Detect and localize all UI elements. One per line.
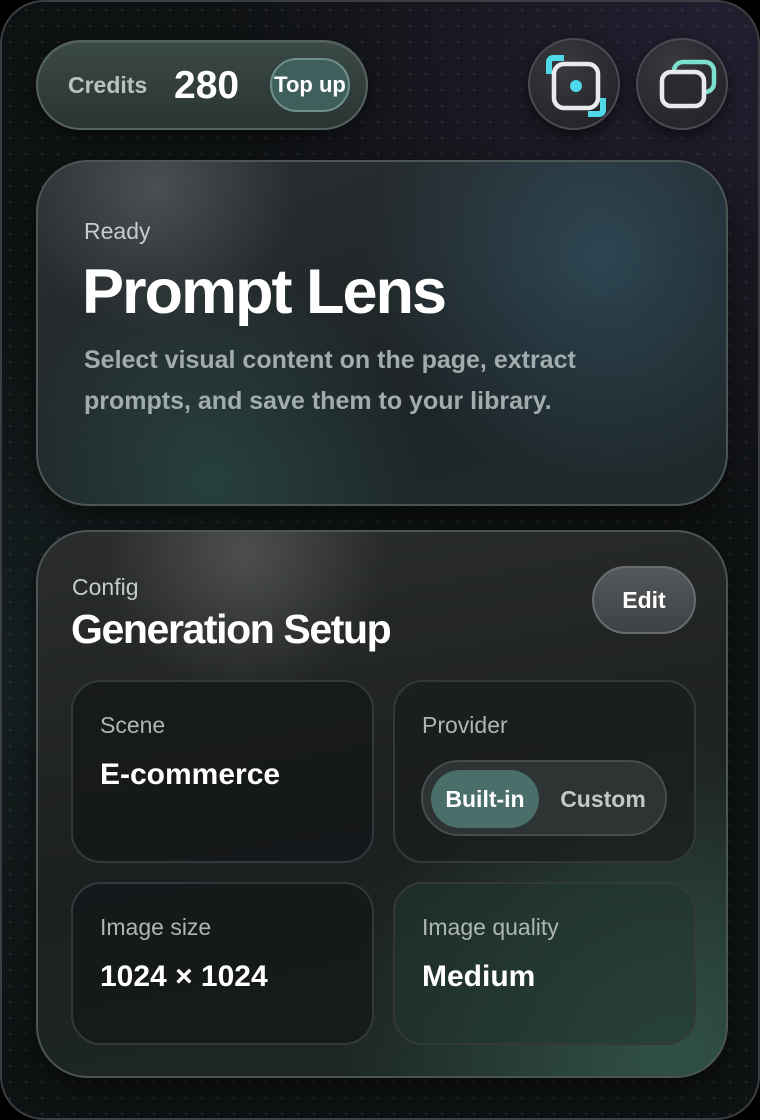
image-quality-tile: Image quality Medium bbox=[393, 882, 696, 1045]
credits-label: Credits bbox=[68, 72, 148, 98]
image-quality-value: Medium bbox=[422, 960, 536, 993]
credits-value: 280 bbox=[174, 64, 240, 107]
edit-button[interactable]: Edit bbox=[592, 566, 696, 634]
image-size-label: Image size bbox=[100, 914, 212, 940]
config-label: Config bbox=[72, 574, 139, 600]
top-up-button[interactable]: Top up bbox=[270, 58, 350, 112]
windows-button[interactable] bbox=[636, 38, 728, 130]
extension-panel: Credits 280 Top up Ready Prompt Lens Sel… bbox=[0, 0, 760, 1120]
provider-option-built-in[interactable]: Built-in bbox=[431, 770, 539, 828]
provider-tile: Provider Built-in Custom bbox=[393, 680, 696, 863]
image-size-value: 1024 × 1024 bbox=[100, 960, 268, 993]
setup-title: Generation Setup bbox=[71, 606, 392, 652]
image-quality-label: Image quality bbox=[422, 914, 559, 940]
scene-tile: Scene E-commerce bbox=[71, 680, 374, 863]
provider-label: Provider bbox=[422, 712, 508, 738]
scene-label: Scene bbox=[100, 712, 166, 738]
capture-button[interactable] bbox=[528, 38, 620, 130]
scene-value: E-commerce bbox=[100, 758, 281, 791]
prompt-lens-card: Ready Prompt Lens Select visual content … bbox=[36, 160, 728, 506]
overlapping-windows-icon bbox=[659, 59, 717, 109]
generation-setup-card: Config Generation Setup Edit Scene E-com… bbox=[36, 530, 728, 1078]
image-size-tile: Image size 1024 × 1024 bbox=[71, 882, 374, 1045]
provider-option-custom[interactable]: Custom bbox=[545, 770, 661, 828]
page-title: Prompt Lens bbox=[82, 257, 447, 327]
provider-toggle: Built-in Custom bbox=[421, 760, 667, 836]
status-label: Ready bbox=[84, 218, 151, 244]
lens-description: Select visual content on the page, extra… bbox=[84, 346, 576, 415]
credits-pill: Credits 280 Top up bbox=[36, 40, 368, 130]
capture-select-icon bbox=[546, 55, 606, 117]
